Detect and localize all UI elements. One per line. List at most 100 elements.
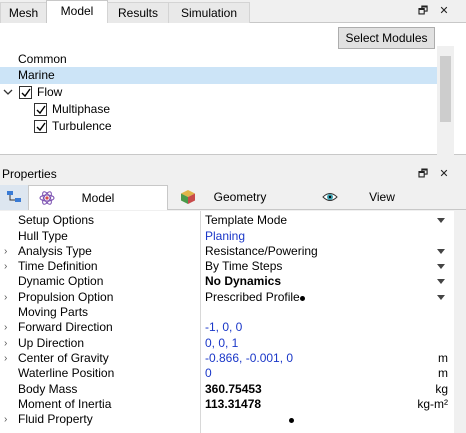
property-name: Body Mass: [18, 381, 78, 396]
property-value: 0, 0, 1: [205, 335, 239, 350]
tab-view[interactable]: View: [312, 185, 452, 210]
chevron-right-icon[interactable]: ›: [4, 351, 7, 366]
tab-model-properties[interactable]: Model: [28, 185, 168, 210]
chevron-right-icon[interactable]: ›: [4, 259, 7, 274]
modules-panel: Select Modules Common Marine Flow Multip…: [0, 23, 466, 155]
property-name: Dynamic Option: [18, 274, 104, 289]
module-label: Turbulence: [52, 119, 112, 133]
atom-icon: [39, 191, 55, 205]
property-name: Fluid Property: [18, 412, 93, 427]
close-icon[interactable]: ✕: [437, 4, 451, 18]
turbulence-checkbox[interactable]: [34, 120, 47, 133]
tab-label: Results: [117, 6, 158, 20]
property-value: 113.31478: [205, 396, 262, 411]
chevron-right-icon[interactable]: ›: [4, 290, 7, 305]
property-value: Planing: [205, 228, 246, 243]
properties-title: Properties: [2, 167, 57, 181]
property-tree-icon[interactable]: [0, 185, 28, 210]
property-row[interactable]: Setup Options Template Mode: [0, 213, 454, 228]
property-name: Up Direction: [18, 335, 85, 350]
module-label: Multiphase: [52, 102, 111, 116]
flow-checkbox[interactable]: [19, 86, 32, 99]
tab-geometry[interactable]: Geometry: [170, 185, 310, 210]
property-value: Template Mode: [205, 213, 288, 227]
property-name: Center of Gravity: [18, 350, 109, 365]
property-row[interactable]: › Fluid Property: [0, 412, 454, 427]
unit-label: m: [438, 366, 448, 381]
chevron-right-icon[interactable]: ›: [4, 244, 7, 259]
float-window-icon[interactable]: 🗗: [416, 4, 430, 18]
properties-header: Properties 🗗 ✕: [0, 164, 466, 184]
module-label: Flow: [37, 85, 63, 99]
property-name: Propulsion Option: [18, 289, 114, 304]
select-modules-button[interactable]: Select Modules: [338, 27, 435, 49]
module-item-turbulence[interactable]: Turbulence: [0, 118, 437, 135]
module-item-common[interactable]: Common: [0, 51, 437, 68]
property-row[interactable]: › Analysis Type Resistance/Powering: [0, 244, 454, 259]
dropdown-arrow-icon[interactable]: [437, 218, 445, 223]
property-row[interactable]: › Time Definition By Time Steps: [0, 259, 454, 274]
property-row[interactable]: Moving Parts: [0, 305, 454, 320]
chevron-right-icon[interactable]: ›: [4, 412, 7, 427]
chevron-right-icon[interactable]: ›: [4, 320, 7, 335]
tab-label: Model: [81, 191, 115, 205]
property-row[interactable]: Dynamic Option No Dynamics: [0, 274, 454, 289]
property-row[interactable]: › Forward Direction -1, 0, 0: [0, 320, 454, 335]
module-label: Common: [18, 52, 67, 66]
property-name: Time Definition: [18, 259, 98, 274]
properties-scrollbar[interactable]: [454, 211, 466, 433]
tab-results[interactable]: Results: [107, 2, 169, 23]
property-name: Moving Parts: [18, 305, 89, 319]
property-name: Hull Type: [18, 228, 68, 243]
unit-label: kg: [435, 381, 448, 396]
tab-simulation[interactable]: Simulation: [168, 2, 250, 23]
property-value: No Dynamics: [205, 274, 282, 289]
module-label: Marine: [18, 68, 55, 82]
property-grid: Setup Options Template Mode Hull Type Pl…: [0, 211, 454, 433]
property-row[interactable]: Waterline Position 0 m: [0, 366, 454, 381]
unit-label: m: [438, 350, 448, 365]
unit-label: kg-m²: [417, 396, 448, 411]
property-value: By Time Steps: [205, 259, 283, 274]
tab-model[interactable]: Model: [46, 0, 108, 24]
tab-label: View: [369, 190, 395, 204]
tab-label: Simulation: [180, 6, 238, 20]
property-value: Resistance/Powering: [205, 243, 318, 258]
float-window-icon[interactable]: 🗗: [416, 167, 430, 181]
dropdown-arrow-icon[interactable]: [437, 248, 445, 254]
property-name: Waterline Position: [18, 366, 115, 381]
dropdown-arrow-icon[interactable]: [437, 294, 445, 300]
chevron-right-icon[interactable]: ›: [4, 336, 7, 351]
property-row[interactable]: Hull Type Planing: [0, 229, 454, 244]
module-item-flow[interactable]: Flow: [0, 84, 437, 101]
scrollbar-thumb[interactable]: [440, 56, 451, 122]
module-item-marine[interactable]: Marine: [0, 67, 437, 84]
close-icon[interactable]: ✕: [437, 167, 451, 181]
property-name: Setup Options: [18, 213, 95, 227]
module-item-multiphase[interactable]: Multiphase: [0, 101, 437, 118]
property-value: -1, 0, 0: [205, 320, 243, 335]
dropdown-arrow-icon[interactable]: [437, 264, 445, 270]
property-value: -0.866, -0.001, 0: [205, 350, 294, 365]
properties-tabs: Model Geometry View: [0, 185, 466, 210]
multiphase-checkbox[interactable]: [34, 103, 47, 116]
property-value: Prescribed Profile: [205, 289, 300, 304]
tab-label: Model: [60, 4, 94, 18]
modules-scrollbar[interactable]: [437, 46, 454, 155]
property-row[interactable]: Body Mass 360.75453 kg: [0, 382, 454, 397]
property-name: Analysis Type: [18, 243, 92, 258]
property-row[interactable]: › Propulsion Option Prescribed Profile: [0, 290, 454, 305]
dropdown-arrow-icon[interactable]: [437, 279, 445, 285]
property-value: 360.75453: [205, 381, 262, 396]
tab-label: Geometry: [213, 190, 267, 204]
edit-dot-icon[interactable]: [289, 418, 294, 424]
property-row[interactable]: Moment of Inertia 113.31478 kg-m²: [0, 397, 454, 412]
tab-mesh[interactable]: Mesh: [0, 2, 47, 23]
property-name: Moment of Inertia: [18, 396, 112, 411]
property-row[interactable]: › Up Direction 0, 0, 1: [0, 336, 454, 351]
eye-icon: [322, 193, 338, 201]
tab-label: Mesh: [8, 6, 39, 20]
edit-dot-icon[interactable]: [300, 295, 305, 301]
property-row[interactable]: › Center of Gravity -0.866, -0.001, 0 m: [0, 351, 454, 366]
property-name: Forward Direction: [18, 320, 113, 335]
